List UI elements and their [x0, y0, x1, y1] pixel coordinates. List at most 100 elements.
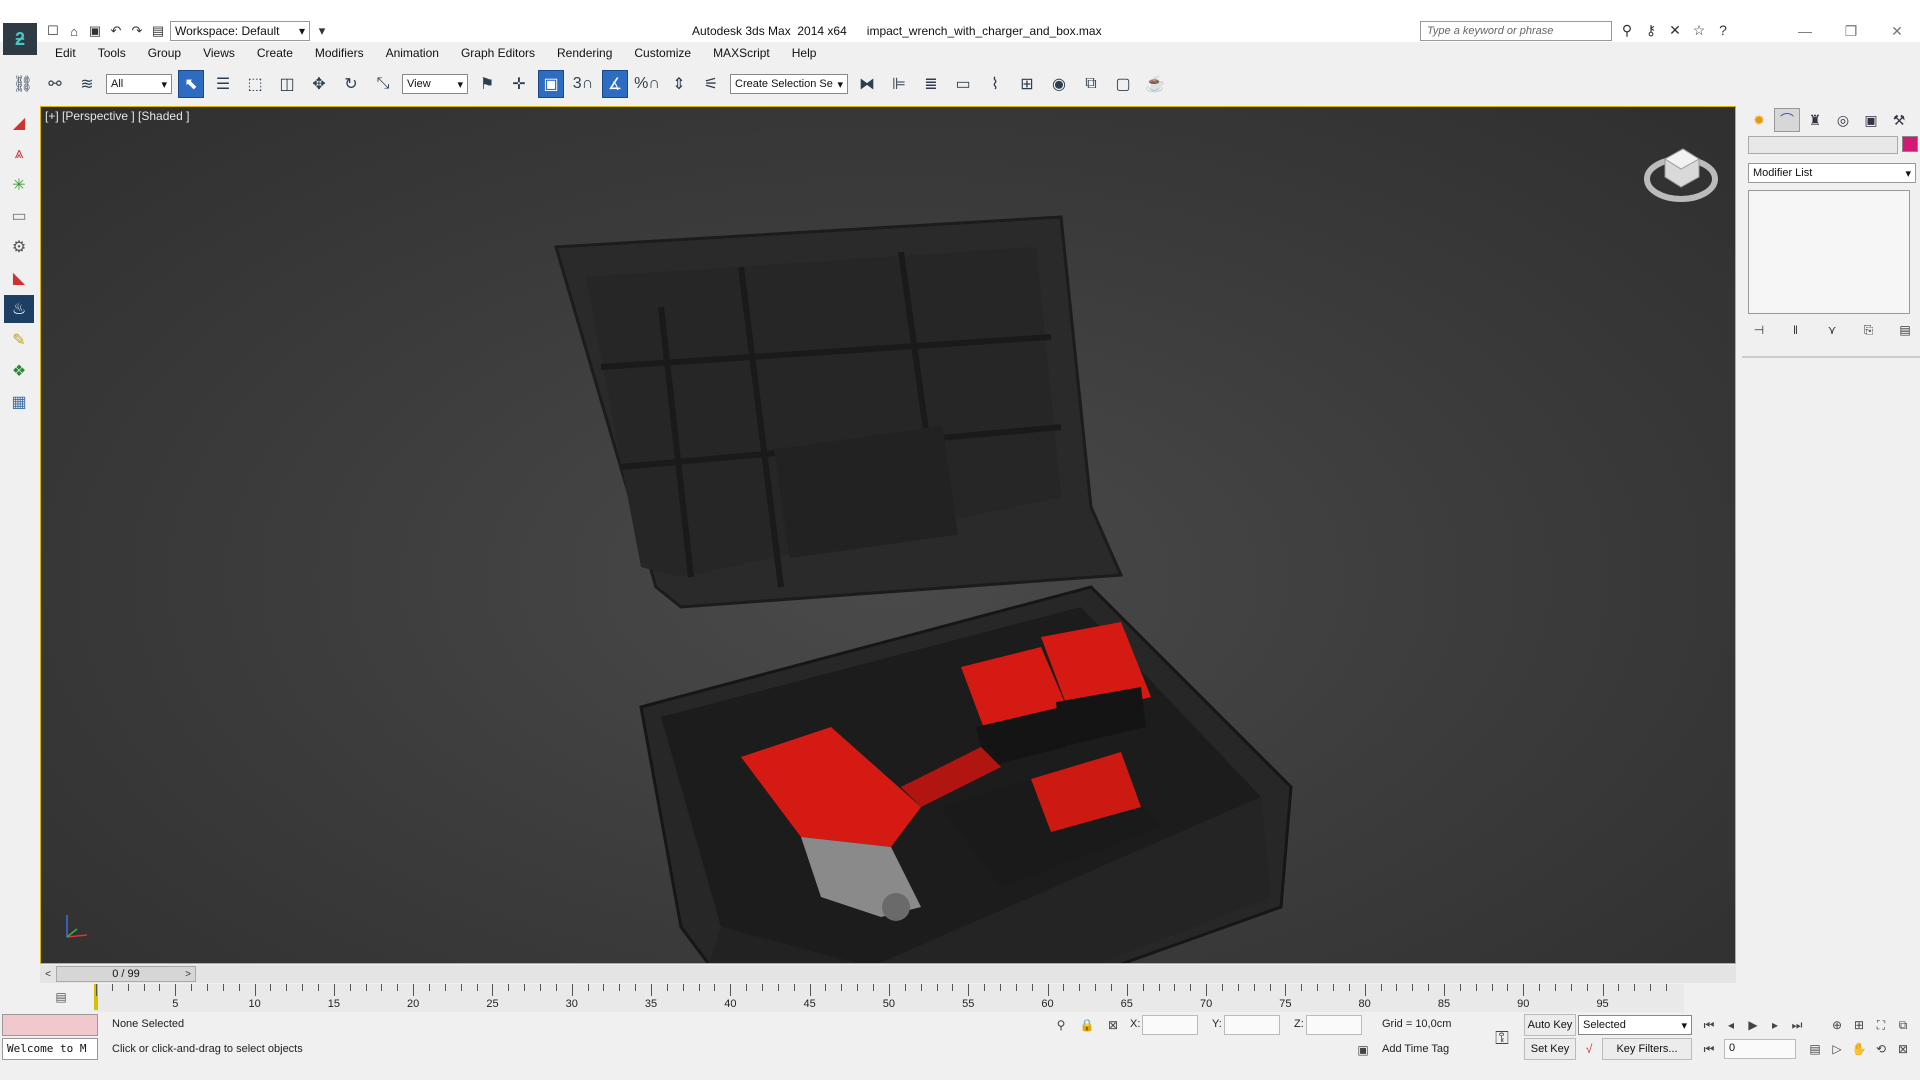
hierarchy-icon[interactable]: ⚙ [4, 233, 34, 261]
restore-icon[interactable]: ❐ [1828, 18, 1874, 44]
perspective-viewport[interactable]: [+] [Perspective ] [Shaded ] [40, 106, 1736, 964]
geometry-icon[interactable]: ⩓ [4, 140, 34, 168]
field-of-view-icon[interactable]: ▷ [1828, 1040, 1846, 1058]
menu-animation[interactable]: Animation [375, 44, 450, 64]
time-slider-thumb[interactable]: 0 / 99 [56, 966, 196, 982]
orbit-icon[interactable]: ⟲ [1872, 1040, 1890, 1058]
absolute-mode-icon[interactable]: ⊠ [1104, 1016, 1122, 1034]
align-icon[interactable]: ⊫ [886, 70, 912, 98]
y-coordinate-field[interactable] [1224, 1015, 1280, 1035]
menu-views[interactable]: Views [192, 44, 246, 64]
menu-maxscript[interactable]: MAXScript [702, 44, 781, 64]
workspace-dropdown[interactable]: Workspace: Default ▾ [170, 21, 310, 41]
angle-snap-icon[interactable]: ∡ [602, 70, 628, 98]
menu-rendering[interactable]: Rendering [546, 44, 623, 64]
link-icon[interactable]: ⛓ [10, 70, 36, 98]
bind-space-warp-icon[interactable]: ≋ [74, 70, 100, 98]
window-crossing-icon[interactable]: ◫ [274, 70, 300, 98]
undo-icon[interactable]: ↶ [107, 22, 125, 40]
tab-utilities[interactable]: ⚒ [1886, 108, 1912, 132]
render-production-icon[interactable]: ☕ [1142, 70, 1168, 98]
zoom-icon[interactable]: ⊕ [1828, 1016, 1846, 1034]
paint-icon[interactable]: ◣ [4, 264, 34, 292]
menu-graph-editors[interactable]: Graph Editors [450, 44, 546, 64]
project-folder-icon[interactable]: ▤ [149, 22, 167, 40]
isolate-icon[interactable]: ⚲ [1052, 1016, 1070, 1034]
menu-tools[interactable]: Tools [87, 44, 137, 64]
zoom-extents-all-icon[interactable]: ⧉ [1894, 1016, 1912, 1034]
brush-icon[interactable]: ✎ [4, 326, 34, 354]
menu-modifiers[interactable]: Modifiers [304, 44, 375, 64]
select-and-scale-icon[interactable]: ⤡ [370, 70, 396, 98]
modifier-list-dropdown[interactable]: Modifier List ▾ [1748, 163, 1916, 183]
key-icon[interactable]: ⚿ [1490, 1026, 1514, 1050]
selection-lock-icon[interactable]: 🔒 [1078, 1016, 1096, 1034]
key-tangent-icon[interactable]: √ [1580, 1040, 1598, 1058]
tab-display[interactable]: ▣ [1858, 108, 1884, 132]
binoculars-icon[interactable]: ⚲ [1618, 20, 1636, 40]
stack-objects-icon[interactable]: ▦ [4, 388, 34, 416]
time-tag-icon[interactable]: ▣ [1354, 1041, 1372, 1059]
keyboard-shortcut-override-icon[interactable]: ▣ [538, 70, 564, 98]
create-line-icon[interactable]: ◢ [4, 109, 34, 137]
auto-key-button[interactable]: Auto Key [1524, 1014, 1576, 1036]
current-frame-field[interactable]: 0 [1724, 1039, 1796, 1059]
menu-create[interactable]: Create [246, 44, 304, 64]
remove-modifier-icon[interactable]: ⎘ [1858, 320, 1880, 340]
favorites-icon[interactable]: ☆ [1690, 20, 1708, 40]
tab-hierarchy[interactable]: ♜ [1802, 108, 1828, 132]
named-selection-dropdown[interactable]: Create Selection Se ▾ [730, 74, 848, 94]
render-setup-icon[interactable]: ⧉ [1078, 70, 1104, 98]
graphite-ribbon-icon[interactable]: ▭ [950, 70, 976, 98]
go-to-start-icon[interactable]: ⏮ [1700, 1016, 1718, 1034]
menu-help[interactable]: Help [781, 44, 828, 64]
set-key-button[interactable]: Set Key [1524, 1038, 1576, 1060]
tab-create[interactable]: ✹ [1746, 108, 1772, 132]
configure-modifier-sets-icon[interactable]: ▤ [1894, 320, 1916, 340]
select-and-rotate-icon[interactable]: ↻ [338, 70, 364, 98]
flame-icon[interactable]: ♨ [4, 295, 34, 323]
mirror-icon[interactable]: ⧓ [854, 70, 880, 98]
open-file-icon[interactable]: ⌂ [65, 22, 83, 40]
play-icon[interactable]: ▶ [1744, 1016, 1762, 1034]
spinner-snap-icon[interactable]: ⇕ [666, 70, 692, 98]
select-and-move-icon[interactable]: ✥ [306, 70, 332, 98]
object-color-swatch[interactable] [1902, 136, 1918, 152]
close-icon[interactable]: ✕ [1874, 18, 1920, 44]
grid-object-icon[interactable]: ❖ [4, 357, 34, 385]
reference-coordinate-dropdown[interactable]: View ▾ [402, 74, 468, 94]
show-end-result-icon[interactable]: ‖ [1785, 320, 1807, 340]
maximize-viewport-icon[interactable]: ⊠ [1894, 1040, 1912, 1058]
maxscript-listener[interactable]: Welcome to M [2, 1038, 98, 1060]
helper-point-icon[interactable]: ✳ [4, 171, 34, 199]
go-to-end-icon[interactable]: ⏭ [1788, 1016, 1806, 1034]
key-mode-toggle-icon[interactable]: ⏮ [1700, 1040, 1718, 1058]
menu-group[interactable]: Group [137, 44, 192, 64]
pan-view-icon[interactable]: ✋ [1850, 1040, 1868, 1058]
new-file-icon[interactable]: ☐ [44, 22, 62, 40]
select-object-icon[interactable]: ⬉ [178, 70, 204, 98]
search-input[interactable]: Type a keyword or phrase [1420, 21, 1612, 41]
x-coordinate-field[interactable] [1142, 1015, 1198, 1035]
z-coordinate-field[interactable] [1306, 1015, 1362, 1035]
modifier-stack[interactable] [1748, 190, 1910, 314]
time-slider[interactable]: < 0 / 99 > [40, 965, 1736, 983]
key-mode-dropdown[interactable]: Selected ▾ [1578, 1015, 1692, 1035]
unlink-icon[interactable]: ⚯ [42, 70, 68, 98]
make-unique-icon[interactable]: ⋎ [1821, 320, 1843, 340]
material-editor-icon[interactable]: ◉ [1046, 70, 1072, 98]
select-by-name-icon[interactable]: ☰ [210, 70, 236, 98]
menu-edit[interactable]: Edit [44, 44, 87, 64]
zoom-extents-icon[interactable]: ⛶ [1872, 1016, 1890, 1034]
app-menu-button[interactable]: ƻ [3, 23, 37, 55]
save-icon[interactable]: ▣ [86, 22, 104, 40]
customize-toolbar-icon[interactable]: ▾ [313, 22, 331, 40]
layer-manager-icon[interactable]: ≣ [918, 70, 944, 98]
redo-icon[interactable]: ↷ [128, 22, 146, 40]
mini-curve-editor-icon[interactable]: ▤ [50, 988, 72, 1006]
tab-modify[interactable]: ⌒ [1774, 108, 1800, 132]
next-frame-icon[interactable]: ▸ [1766, 1016, 1784, 1034]
maxscript-listener-macro[interactable] [2, 1014, 98, 1036]
schematic-view-icon[interactable]: ⊞ [1014, 70, 1040, 98]
curve-editor-icon[interactable]: ⌇ [982, 70, 1008, 98]
